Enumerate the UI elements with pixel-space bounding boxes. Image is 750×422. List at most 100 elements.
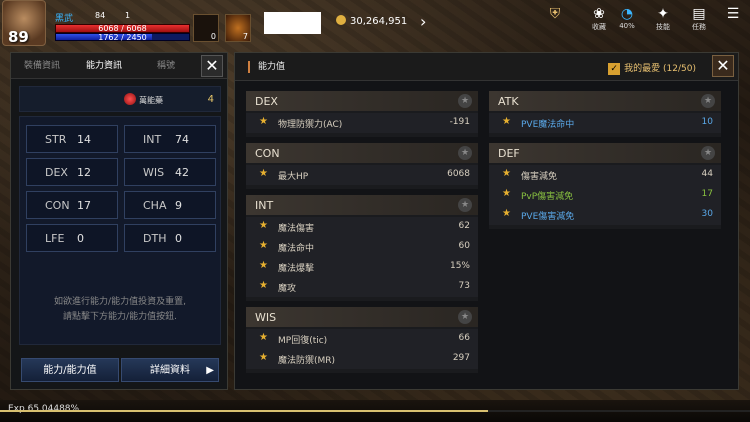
category-star-icon[interactable]: ★ [458,310,472,324]
favorite-star-icon[interactable]: ★ [502,168,511,179]
stat-row-value: 44 [701,169,713,179]
favorite-star-icon[interactable]: ★ [259,280,268,291]
category-atk: ATK ★ ★ PVE魔法命中 10 [489,91,721,137]
category-def: DEF ★ ★ 傷害減免 44 ★ PvP傷害減免 17 ★ PVE傷害減免 30 [489,143,721,229]
stat-cell-int: INT 74 [124,125,216,153]
favorite-star-icon[interactable]: ★ [259,352,268,363]
stat-row[interactable]: ★ MP回復(tic) 66 [246,329,478,349]
stat-row[interactable]: ★ 魔法爆擊 15% [246,257,478,277]
stat-cell-cha: CHA 9 [124,191,216,219]
quick-slot-item[interactable]: 7 [225,14,251,42]
tab-title[interactable]: 稱號 [135,53,197,79]
hud-stat-a: 84 [95,11,106,20]
stat-row[interactable]: ★ PVE魔法命中 10 [489,113,721,133]
close-left-panel-button[interactable]: ✕ [201,55,223,77]
coin-icon [336,15,346,25]
category-wis: WIS ★ ★ MP回復(tic) 66 ★ 魔法防禦(MR) 297 [246,307,478,373]
category-con: CON ★ ★ 最大HP 6068 [246,143,478,189]
stat-name: WIS [143,166,165,179]
category-header: WIS ★ [246,307,478,327]
quick-slot-potion[interactable]: 0 [193,14,219,42]
stat-row-name: 傷害減免 [521,172,558,182]
category-star-icon[interactable]: ★ [458,94,472,108]
stat-row[interactable]: ★ 最大HP 6068 [246,165,478,185]
favorite-star-icon[interactable]: ★ [259,260,268,271]
stat-row-name: 魔法傷害 [278,224,315,234]
stat-cell-dex: DEX 12 [26,158,118,186]
ability-info-panel: 裝備資訊 能力資訊 稱號 ✕ 萬能藥 4 STR 14 INT 74 DEX 12 WIS 4… [10,52,228,390]
stat-row[interactable]: ★ 魔攻 73 [246,277,478,297]
category-title: ATK [498,95,519,108]
category-title: DEF [498,147,520,160]
stat-row[interactable]: ★ 魔法傷害 62 [246,217,478,237]
favorite-star-icon[interactable]: ★ [259,168,268,179]
armor-icon-button[interactable]: ⛨ [540,6,570,22]
menu-icon-button[interactable]: ☰ [718,6,748,22]
quick-slot-item-count: 7 [242,32,248,41]
character-level: 89 [8,28,29,46]
play-arrow-icon: ▶ [206,365,214,376]
stat-row-name: 最大HP [278,172,309,182]
stat-row[interactable]: ★ 物理防禦力(AC) -191 [246,113,478,133]
favorite-star-icon[interactable]: ★ [259,332,268,343]
skill-label: 技能 [656,23,670,31]
stat-cell-lfe: LFE 0 [26,224,118,252]
quest-icon-button[interactable]: ▤ 任務 [684,6,714,32]
stat-row-value: 15% [449,261,470,271]
mp-bar: 1762 / 2450 [55,33,190,42]
expand-arrow-icon[interactable]: › [420,12,426,31]
tab-ability[interactable]: 能力資訊 [73,53,135,79]
ability-stat-button[interactable]: 能力/能力值 [21,358,119,382]
collect-icon-button[interactable]: ❀ 收藏 [584,6,614,32]
armor-icon: ⛨ [549,6,561,22]
stat-reset-note: 如欲進行能力/能力值投資及重置, 請點擊下方能力/能力值按鈕. [19,295,221,325]
skill-icon-button[interactable]: ✦ 技能 [648,6,678,32]
exp-bar [0,410,750,412]
favorite-star-icon[interactable]: ★ [259,220,268,231]
category-star-icon[interactable]: ★ [458,146,472,160]
stat-row-name: 魔法命中 [278,244,315,254]
stat-row-value: 62 [458,221,470,231]
gold-amount: 30,264,951 [336,15,407,27]
elixir-row: 萬能藥 4 [19,86,221,112]
category-star-icon[interactable]: ★ [701,146,715,160]
stat-row-value: -191 [449,117,470,127]
elixir-value: 4 [207,94,214,105]
close-right-panel-button[interactable]: ✕ [712,55,734,77]
stat-row-name: 物理防禦力(AC) [278,120,343,130]
detail-button[interactable]: 詳細資料 ▶ [121,358,219,382]
category-star-icon[interactable]: ★ [458,198,472,212]
favorite-star-icon[interactable]: ★ [502,188,511,199]
stat-name: STR [45,133,67,146]
character-name: 黑武 [55,14,74,24]
tab-equipment[interactable]: 裝備資訊 [11,53,73,79]
stat-value: 42 [175,166,189,179]
stat-name: INT [143,133,162,146]
stat-detail-header: 能力值 ✓ 我的最愛 (12/50) [235,53,738,81]
category-star-icon[interactable]: ★ [701,94,715,108]
favorite-star-icon[interactable]: ★ [259,116,268,127]
stat-row[interactable]: ★ 傷害減免 44 [489,165,721,185]
mp-text: 1762 / 2450 [98,33,147,42]
stat-row[interactable]: ★ PvP傷害減免 17 [489,185,721,205]
favorite-star-icon[interactable]: ★ [259,240,268,251]
stat-row-value: 60 [458,241,470,251]
category-header: DEF ★ [489,143,721,163]
favorites-toggle[interactable]: ✓ 我的最愛 (12/50) [608,61,696,75]
favorite-star-icon[interactable]: ★ [502,116,511,127]
category-title: DEX [255,95,278,108]
stat-row-value: 17 [701,189,713,199]
stat-row-name: 魔法爆擊 [278,264,315,274]
exp-text: Exp 65.04488% [8,404,80,414]
stat-row[interactable]: ★ PVE傷害減免 30 [489,205,721,225]
stat-value: 0 [77,232,84,245]
stat-row[interactable]: ★ 魔法命中 60 [246,237,478,257]
stat-value: 9 [175,199,182,212]
category-title: CON [255,147,280,160]
stat-row[interactable]: ★ 魔法防禦(MR) 297 [246,349,478,369]
stat-name: DTH [143,232,167,245]
stat-reset-note-line-2: 請點擊下方能力/能力值按鈕. [63,312,177,322]
stat-value: 14 [77,133,91,146]
favorite-star-icon[interactable]: ★ [502,208,511,219]
battery-icon-button[interactable]: ◔ 40% [612,6,642,30]
